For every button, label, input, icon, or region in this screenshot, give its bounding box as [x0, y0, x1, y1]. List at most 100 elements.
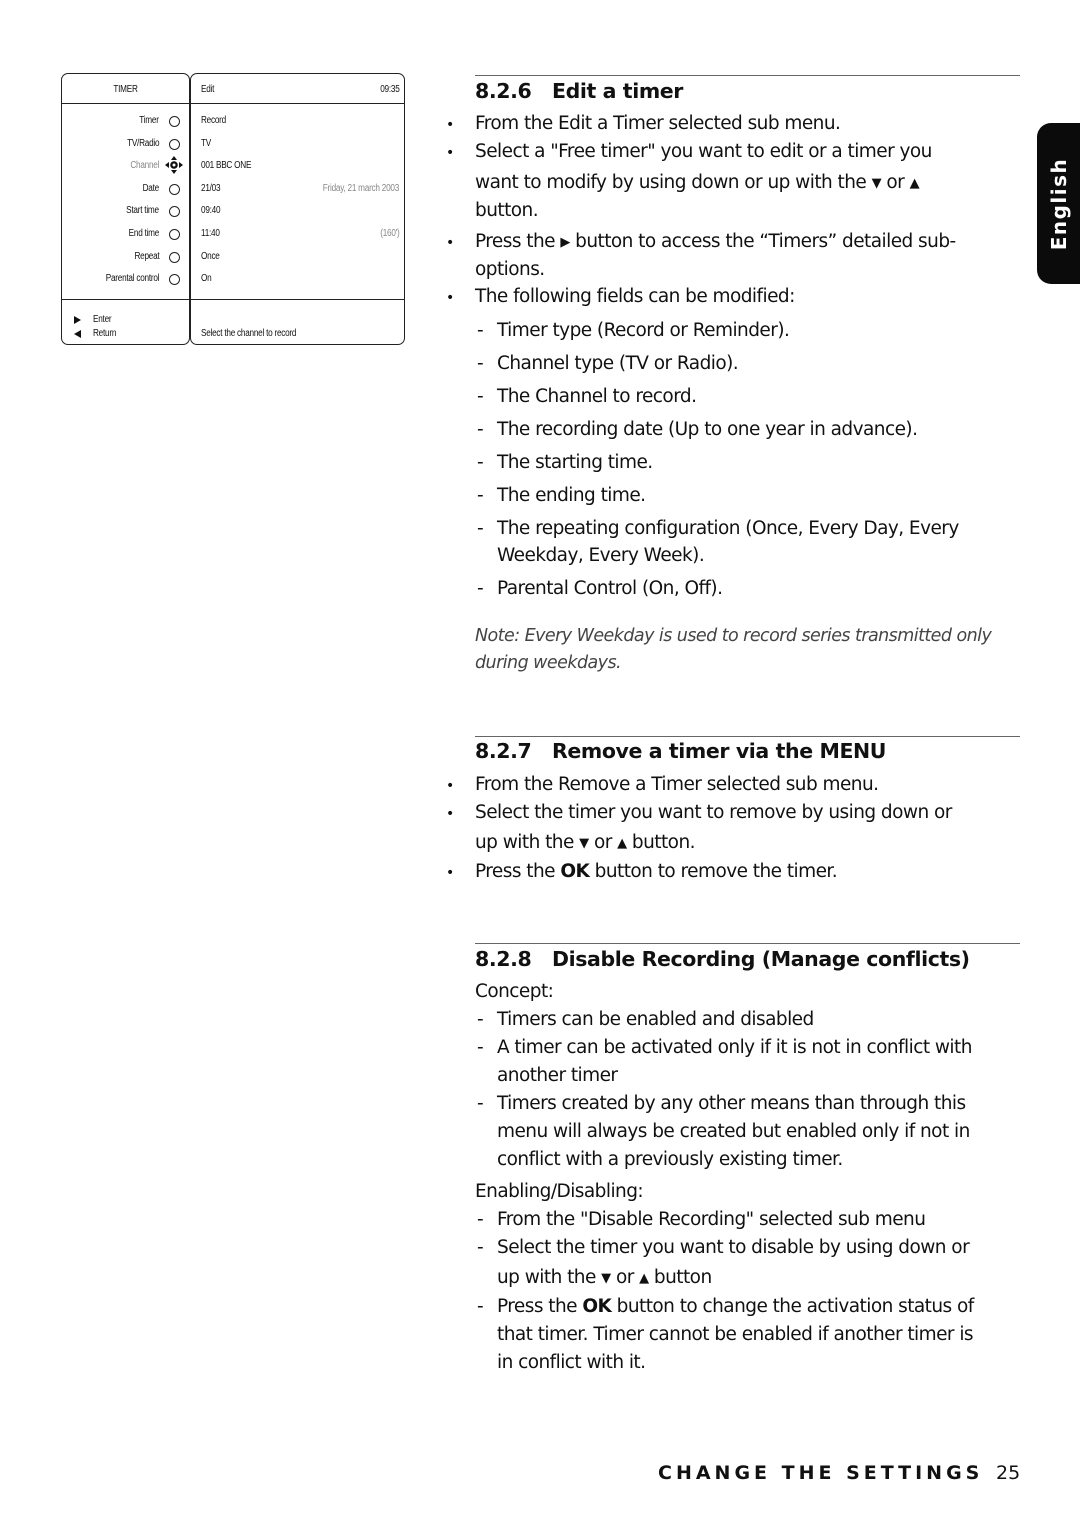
- radio-button[interactable]: [169, 274, 180, 286]
- text: want to modify by using down or up with …: [475, 172, 867, 193]
- navigation-cross-icon[interactable]: [165, 156, 183, 175]
- paragraph: Press the OK button to change the activa…: [497, 1296, 974, 1317]
- dash: -: [477, 1209, 484, 1230]
- section-divider: [475, 75, 1020, 76]
- down-arrow-icon: ▼: [871, 176, 882, 191]
- timer-menu-panel: TIMER Timer TV/Radio Channel Date Start time…: [61, 73, 190, 345]
- radio-button[interactable]: [169, 138, 180, 150]
- timer-menu-title: TIMER: [113, 84, 138, 95]
- list-item: The Channel to record.: [497, 386, 697, 407]
- bullet: •: [446, 290, 455, 306]
- section-title: Edit a timer: [552, 79, 684, 103]
- dash: -: [477, 1093, 484, 1114]
- paragraph: up with the ▼ or ▲ button.: [475, 832, 696, 853]
- section-heading-8-2-6: 8.2.6 Edit a timer: [475, 79, 683, 103]
- paragraph: Select a "Free timer" you want to edit o…: [475, 141, 932, 162]
- enter-label: Enter: [93, 314, 112, 325]
- up-arrow-icon: ▲: [639, 1271, 649, 1286]
- paragraph: conflict with a previously existing time…: [497, 1149, 843, 1170]
- section-title: Remove a timer via the MENU: [552, 739, 887, 763]
- dash: -: [477, 518, 484, 539]
- field-value[interactable]: Once: [201, 251, 220, 262]
- timer-edit-header: Edit 09:35: [191, 74, 404, 104]
- text: Press the: [475, 231, 556, 252]
- radio-button[interactable]: [169, 183, 180, 195]
- paragraph: Timers can be enabled and disabled: [497, 1009, 814, 1030]
- note: during weekdays.: [475, 653, 622, 673]
- paragraph: menu will always be created but enabled …: [497, 1121, 970, 1142]
- paragraph: up with the ▼ or ▲ button: [497, 1267, 712, 1288]
- field-value[interactable]: 001 BBC ONE: [201, 160, 251, 171]
- language-tab: English: [1037, 123, 1080, 284]
- field-label: Start time: [126, 205, 159, 217]
- dash: -: [477, 386, 484, 407]
- radio-button[interactable]: [169, 206, 180, 218]
- text: Press the: [475, 861, 556, 882]
- paragraph: options.: [475, 259, 545, 280]
- page-footer: CHANGE THE SETTINGS 25: [658, 1462, 1020, 1484]
- hint-text: Select the channel to record: [201, 328, 297, 339]
- paragraph: button.: [475, 200, 539, 221]
- paragraph: A timer can be activated only if it is n…: [497, 1037, 972, 1058]
- dash: -: [477, 1009, 484, 1030]
- paragraph: Select the timer you want to disable by …: [497, 1237, 970, 1258]
- text: or: [593, 832, 612, 853]
- field-label: Timer: [139, 115, 160, 126]
- text: Press the: [497, 1296, 578, 1317]
- field-label: End time: [128, 228, 160, 239]
- text: or: [886, 172, 905, 193]
- paragraph: that timer. Timer cannot be enabled if a…: [497, 1324, 974, 1345]
- radio-button[interactable]: [169, 116, 180, 127]
- field-value[interactable]: 09:40: [201, 205, 221, 216]
- text: button to change the activation status o…: [616, 1296, 975, 1317]
- paragraph: From the Edit a Timer selected sub menu.: [475, 113, 841, 134]
- ok-key-label: OK: [560, 861, 590, 882]
- dash: -: [477, 485, 484, 506]
- ok-key-label: OK: [582, 1296, 612, 1317]
- edit-title: Edit: [201, 84, 215, 95]
- text: button to access the “Timers” detailed s…: [575, 231, 956, 252]
- field-extra-info: (160'): [379, 228, 399, 239]
- text: up with the: [497, 1267, 596, 1288]
- section-heading-8-2-8: 8.2.8 Disable Recording (Manage conflicts…: [475, 947, 970, 971]
- field-value[interactable]: 21/03: [201, 183, 221, 194]
- section-title: Disable Recording (Manage conflicts): [552, 947, 970, 971]
- dash: -: [477, 320, 484, 341]
- field-value[interactable]: On: [201, 273, 212, 284]
- up-arrow-icon: ▲: [909, 176, 920, 191]
- list-item: The repeating configuration (Once, Every…: [497, 518, 959, 539]
- paragraph: Press the OK button to remove the timer.: [475, 861, 838, 882]
- enter-arrow-icon: [74, 316, 81, 324]
- list-item: Parental Control (On, Off).: [497, 578, 723, 599]
- field-label: Parental control: [105, 273, 159, 285]
- dash: -: [477, 452, 484, 473]
- field-value[interactable]: 11:40: [201, 228, 220, 239]
- list-item: The recording date (Up to one year in ad…: [497, 419, 918, 440]
- language-tab-label: English: [1046, 157, 1071, 250]
- list-item: Channel type (TV or Radio).: [497, 353, 739, 374]
- timer-menu-footer: Enter Return: [62, 299, 189, 344]
- dash: -: [477, 1237, 484, 1258]
- text: or: [615, 1267, 634, 1288]
- dash: -: [477, 1296, 484, 1317]
- list-item: The starting time.: [497, 452, 653, 473]
- section-number: 8.2.7: [475, 739, 532, 763]
- paragraph: From the Remove a Timer selected sub men…: [475, 774, 879, 795]
- return-arrow-icon: [74, 330, 81, 338]
- timer-menu-header: TIMER: [62, 74, 189, 104]
- radio-button[interactable]: [169, 229, 180, 240]
- paragraph: Press the ▶ button to access the “Timers…: [475, 231, 956, 252]
- paragraph: From the "Disable Recording" selected su…: [497, 1209, 926, 1230]
- bullet: •: [446, 235, 455, 251]
- section-divider: [475, 736, 1020, 737]
- field-extra-info: Friday, 21 march 2003: [322, 182, 400, 194]
- field-value[interactable]: Record: [201, 115, 226, 126]
- timer-edit-footer: Select the channel to record: [191, 299, 404, 344]
- paragraph: want to modify by using down or up with …: [475, 172, 920, 193]
- right-arrow-icon: ▶: [560, 235, 570, 250]
- subheading: Concept:: [475, 981, 554, 1002]
- return-label: Return: [93, 328, 117, 339]
- field-value[interactable]: TV: [201, 138, 211, 149]
- bullet: •: [446, 145, 455, 161]
- radio-button[interactable]: [169, 251, 180, 263]
